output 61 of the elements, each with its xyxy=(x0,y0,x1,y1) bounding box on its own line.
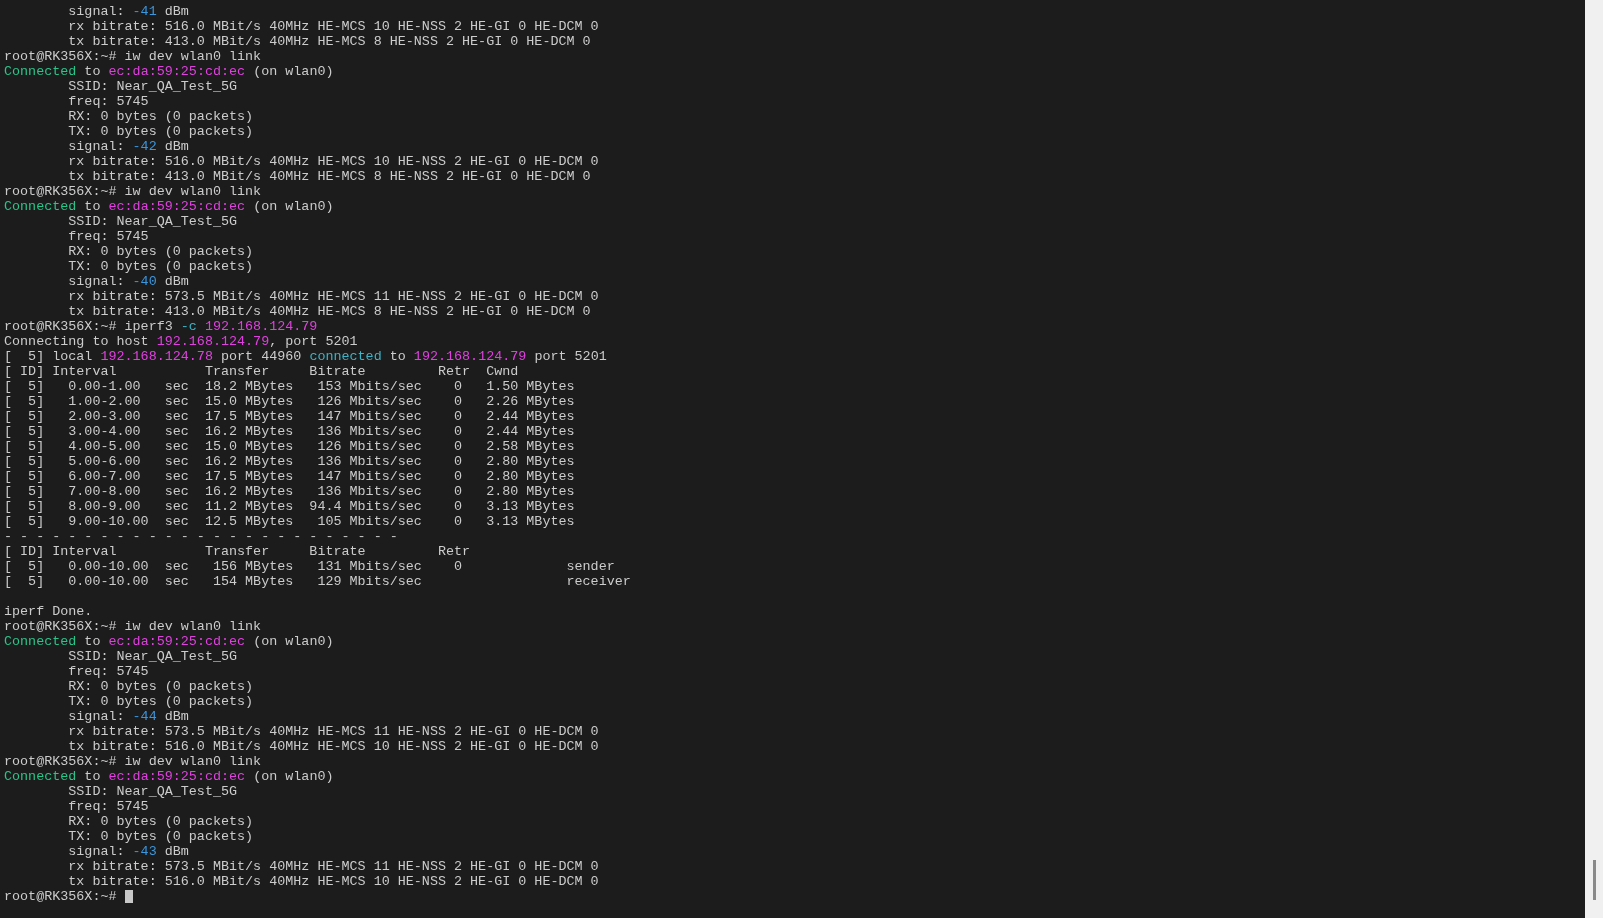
terminal-line: TX: 0 bytes (0 packets) xyxy=(68,124,254,139)
terminal-line: SSID: Near_QA_Test_5G xyxy=(68,79,238,94)
terminal-line: SSID: Near_QA_Test_5G xyxy=(68,784,238,799)
terminal-line: tx bitrate: 413.0 MBit/s 40MHz HE-MCS 8 HE-NSS 2 HE-GI 0 HE-DCM 0 xyxy=(68,304,591,319)
terminal-line: signal: -44 dBm xyxy=(68,709,189,724)
terminal-line: SSID: Near_QA_Test_5G xyxy=(68,214,238,229)
terminal-line: root@RK356X:~# iw dev wlan0 link xyxy=(4,184,262,199)
terminal-line: [ 5] 6.00-7.00 sec 17.5 MBytes 147 Mbits/sec 0 2.80 MBytes xyxy=(4,469,575,484)
terminal-line: root@RK356X:~# iw dev wlan0 link xyxy=(4,754,262,769)
terminal-line: [ ID] Interval Transfer Bitrate Retr Cwnd xyxy=(4,364,519,379)
terminal-line: TX: 0 bytes (0 packets) xyxy=(68,694,254,709)
terminal-line: freq: 5745 xyxy=(68,799,149,814)
terminal-line: freq: 5745 xyxy=(68,94,149,109)
terminal-line: tx bitrate: 516.0 MBit/s 40MHz HE-MCS 10 HE-NSS 2 HE-GI 0 HE-DCM 0 xyxy=(68,739,599,754)
terminal-line: [ 5] 2.00-3.00 sec 17.5 MBytes 147 Mbits/sec 0 2.44 MBytes xyxy=(4,409,575,424)
terminal-line: rx bitrate: 573.5 MBit/s 40MHz HE-MCS 11 HE-NSS 2 HE-GI 0 HE-DCM 0 xyxy=(68,289,599,304)
terminal-line: signal: -42 dBm xyxy=(68,139,189,154)
terminal-line: [ 5] 0.00-10.00 sec 156 MBytes 131 Mbits/sec 0 sender xyxy=(4,559,615,574)
terminal-line: iperf Done. xyxy=(4,604,93,619)
terminal-line: Connected to ec:da:59:25:cd:ec (on wlan0) xyxy=(4,64,334,79)
terminal-line: [ 5] 9.00-10.00 sec 12.5 MBytes 105 Mbits/sec 0 3.13 MBytes xyxy=(4,514,575,529)
terminal-line: freq: 5745 xyxy=(68,664,149,679)
scrollbar-thumb[interactable] xyxy=(1592,860,1596,900)
terminal-line: tx bitrate: 516.0 MBit/s 40MHz HE-MCS 10 HE-NSS 2 HE-GI 0 HE-DCM 0 xyxy=(68,874,599,889)
terminal-line: rx bitrate: 516.0 MBit/s 40MHz HE-MCS 10 HE-NSS 2 HE-GI 0 HE-DCM 0 xyxy=(68,154,599,169)
terminal-line: freq: 5745 xyxy=(68,229,149,244)
terminal-line: [ 5] 7.00-8.00 sec 16.2 MBytes 136 Mbits/sec 0 2.80 MBytes xyxy=(4,484,575,499)
terminal-line: tx bitrate: 413.0 MBit/s 40MHz HE-MCS 8 HE-NSS 2 HE-GI 0 HE-DCM 0 xyxy=(68,34,591,49)
terminal-line: RX: 0 bytes (0 packets) xyxy=(68,814,254,829)
terminal-line: Connected to ec:da:59:25:cd:ec (on wlan0) xyxy=(4,634,334,649)
terminal-line: rx bitrate: 573.5 MBit/s 40MHz HE-MCS 11 HE-NSS 2 HE-GI 0 HE-DCM 0 xyxy=(68,859,599,874)
terminal-line: [ 5] 3.00-4.00 sec 16.2 MBytes 136 Mbits/sec 0 2.44 MBytes xyxy=(4,424,575,439)
terminal-line: [ 5] 0.00-10.00 sec 154 MBytes 129 Mbits/sec receiver xyxy=(4,574,631,589)
terminal-line: [ 5] 0.00-1.00 sec 18.2 MBytes 153 Mbits/sec 0 1.50 MBytes xyxy=(4,379,575,394)
terminal-line: [ 5] 4.00-5.00 sec 15.0 MBytes 126 Mbits/sec 0 2.58 MBytes xyxy=(4,439,575,454)
terminal-line: [ 5] local 192.168.124.78 port 44960 connected to 192.168.124.79 port 5201 xyxy=(4,349,607,364)
terminal-line: RX: 0 bytes (0 packets) xyxy=(68,109,254,124)
terminal-line: root@RK356X:~# iperf3 -c 192.168.124.79 xyxy=(4,319,318,334)
terminal-line: signal: -41 dBm xyxy=(68,4,189,19)
terminal-line: rx bitrate: 573.5 MBit/s 40MHz HE-MCS 11 HE-NSS 2 HE-GI 0 HE-DCM 0 xyxy=(68,724,599,739)
terminal-line: [ ID] Interval Transfer Bitrate Retr xyxy=(4,544,471,559)
terminal-line: - - - - - - - - - - - - - - - - - - - - - - - - - xyxy=(4,529,398,544)
terminal-line: [ 5] 1.00-2.00 sec 15.0 MBytes 126 Mbits/sec 0 2.26 MBytes xyxy=(4,394,575,409)
terminal-line: Connecting to host 192.168.124.79, port 5201 xyxy=(4,334,358,349)
terminal-line: [ 5] 8.00-9.00 sec 11.2 MBytes 94.4 Mbits/sec 0 3.13 MBytes xyxy=(4,499,575,514)
terminal-line: rx bitrate: 516.0 MBit/s 40MHz HE-MCS 10 HE-NSS 2 HE-GI 0 HE-DCM 0 xyxy=(68,19,599,34)
terminal-line: root@RK356X:~# iw dev wlan0 link xyxy=(4,619,262,634)
terminal-line: root@RK356X:~# xyxy=(4,889,117,904)
terminal-line: TX: 0 bytes (0 packets) xyxy=(68,829,254,844)
terminal-line: root@RK356X:~# iw dev wlan0 link xyxy=(4,49,262,64)
terminal-line: RX: 0 bytes (0 packets) xyxy=(68,679,254,694)
terminal-line: [ 5] 5.00-6.00 sec 16.2 MBytes 136 Mbits/sec 0 2.80 MBytes xyxy=(4,454,575,469)
terminal-line: signal: -43 dBm xyxy=(68,844,189,859)
scrollbar-track[interactable] xyxy=(1585,0,1603,918)
terminal-line: signal: -40 dBm xyxy=(68,274,189,289)
terminal-line: TX: 0 bytes (0 packets) xyxy=(68,259,254,274)
terminal-line: SSID: Near_QA_Test_5G xyxy=(68,649,238,664)
terminal-line: tx bitrate: 413.0 MBit/s 40MHz HE-MCS 8 HE-NSS 2 HE-GI 0 HE-DCM 0 xyxy=(68,169,591,184)
terminal-line: Connected to ec:da:59:25:cd:ec (on wlan0) xyxy=(4,769,334,784)
terminal-line: RX: 0 bytes (0 packets) xyxy=(68,244,254,259)
terminal-line: Connected to ec:da:59:25:cd:ec (on wlan0) xyxy=(4,199,334,214)
